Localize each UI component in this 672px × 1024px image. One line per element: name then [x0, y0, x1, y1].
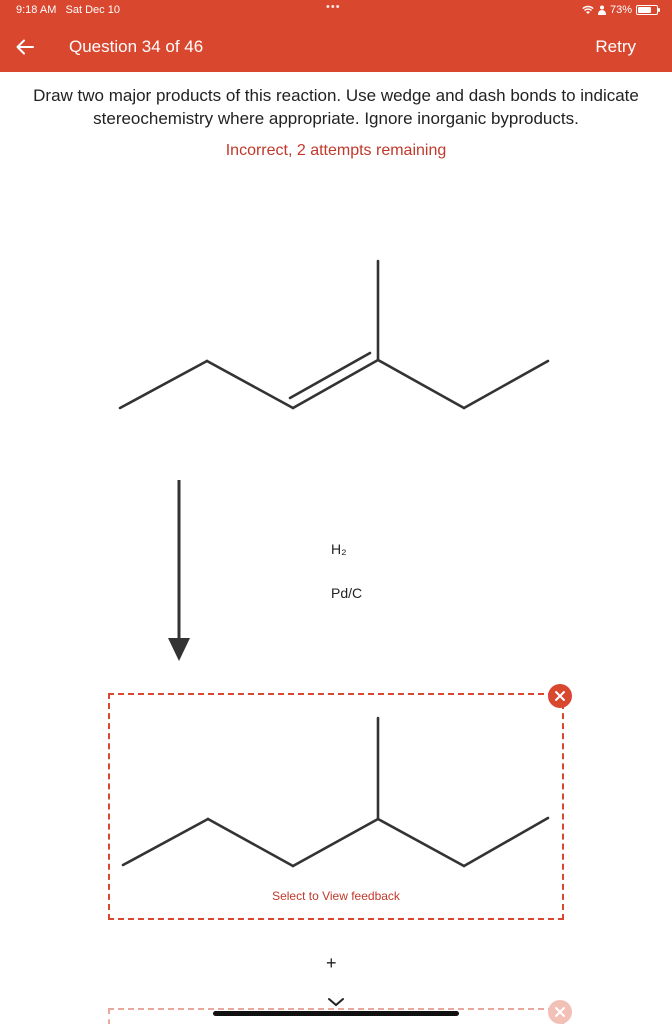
- status-time: 9:18 AM Sat Dec 10: [16, 4, 120, 16]
- multitasking-dots[interactable]: •••: [326, 1, 341, 13]
- remove-product-button[interactable]: [548, 684, 572, 708]
- product-structure[interactable]: [118, 712, 558, 872]
- question-prompt: Draw two major products of this reaction…: [33, 86, 639, 128]
- battery-fill: [638, 7, 652, 13]
- status-indicators: 73%: [582, 4, 660, 16]
- battery-icon: [636, 5, 660, 15]
- status-bar: 9:18 AM Sat Dec 10 ••• 73%: [0, 0, 672, 22]
- reagent-catalyst: Pd/C: [331, 585, 363, 601]
- reagent-hydrogen: H₂: [331, 541, 347, 557]
- app-header: Question 34 of 46 Retry: [0, 22, 672, 72]
- close-icon: [555, 691, 565, 701]
- home-indicator[interactable]: [213, 1011, 459, 1016]
- attempts-status: Incorrect, 2 attempts remaining: [225, 142, 447, 159]
- page-title: Question 34 of 46: [69, 37, 204, 56]
- person-icon: [597, 5, 606, 15]
- view-feedback-link[interactable]: Select to View feedback: [0, 889, 672, 903]
- remove-second-product-button[interactable]: [548, 1000, 572, 1024]
- battery-percent: 73%: [609, 4, 632, 16]
- retry-button[interactable]: Retry: [595, 37, 636, 57]
- add-product-button[interactable]: +: [326, 953, 337, 974]
- back-button[interactable]: [10, 32, 40, 62]
- wifi-icon: [582, 5, 594, 14]
- reactant-structure: [118, 259, 550, 410]
- chevron-down-icon[interactable]: [326, 996, 346, 1008]
- close-icon: [555, 1007, 565, 1017]
- reaction-arrow: [168, 480, 190, 661]
- arrow-left-icon: [16, 39, 34, 55]
